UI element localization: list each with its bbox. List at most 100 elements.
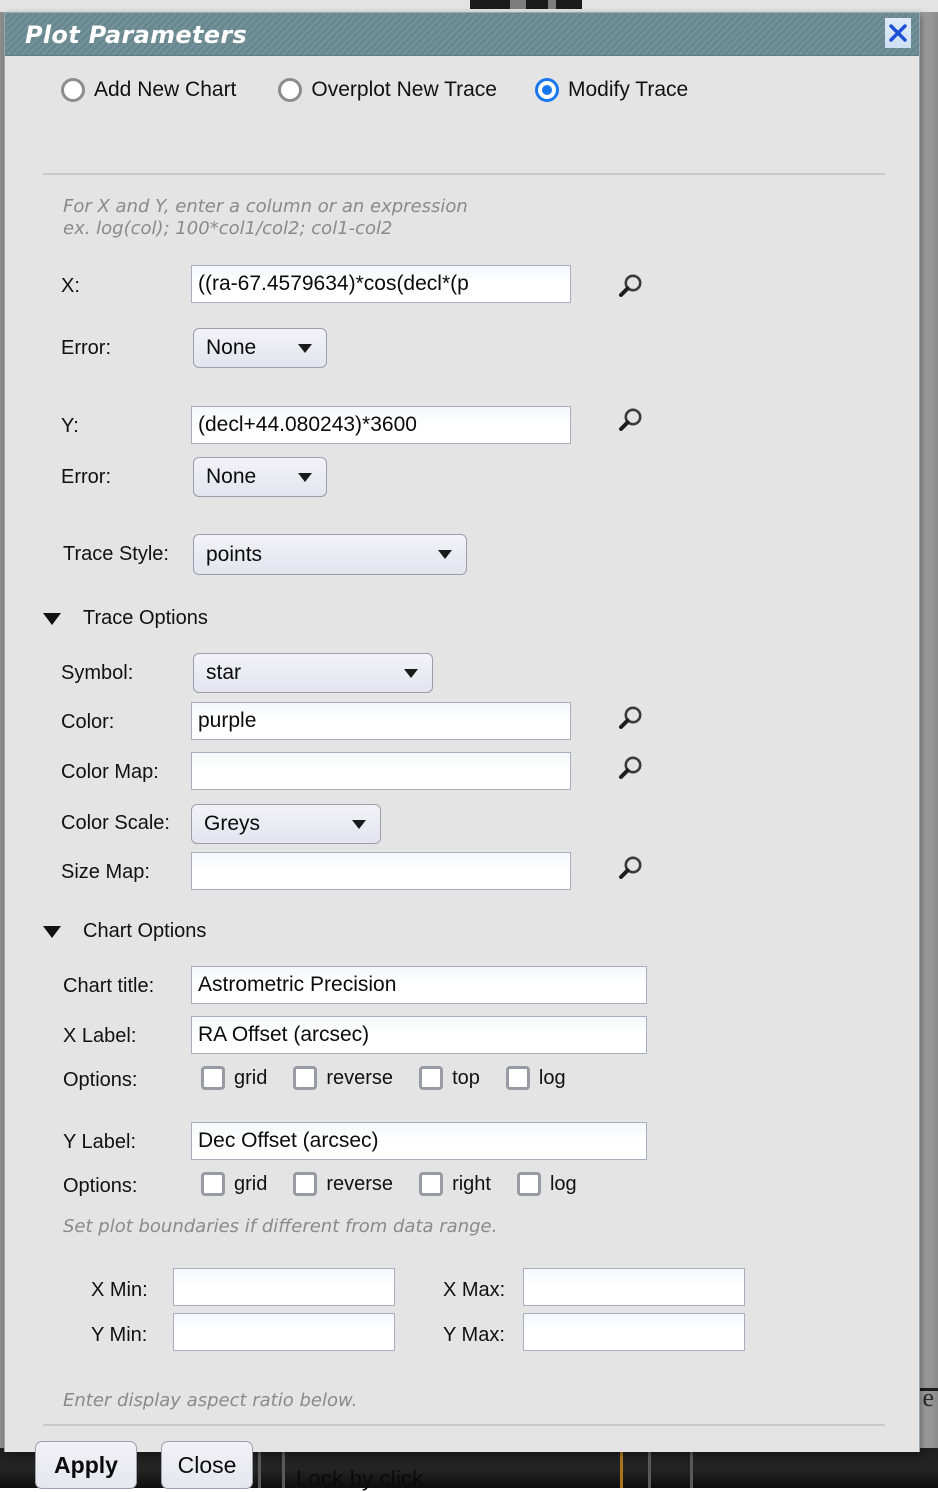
- chevron-down-icon: [298, 473, 312, 482]
- divider-top: [43, 173, 885, 175]
- close-x-icon: [888, 23, 908, 43]
- y-expression-input[interactable]: [191, 406, 571, 444]
- trace-style-select[interactable]: points: [193, 534, 467, 575]
- y-error-label: Error:: [61, 466, 111, 489]
- y-error-value: None: [206, 465, 288, 489]
- color-map-input[interactable]: [191, 752, 571, 790]
- x-expression-input[interactable]: [191, 265, 571, 303]
- chart-title-label: Chart title:: [63, 975, 154, 998]
- x-option-reverse[interactable]: reverse: [293, 1066, 393, 1090]
- x-axis-label-label: X Label:: [63, 1025, 136, 1048]
- x-option-label: grid: [234, 1067, 267, 1090]
- radio-label: Modify Trace: [568, 78, 688, 102]
- x-error-label: Error:: [61, 337, 111, 360]
- aspect-ratio-hint: Enter display aspect ratio below.: [63, 1390, 357, 1412]
- trace-style-value: points: [206, 543, 428, 567]
- color-scale-value: Greys: [204, 812, 342, 836]
- background-top-block: [548, 0, 556, 9]
- divider-footer: [43, 1424, 885, 1426]
- x-option-top[interactable]: top: [419, 1066, 480, 1090]
- bounds-hint: Set plot boundaries if different from da…: [63, 1216, 497, 1238]
- chart-options-section-label: Chart Options: [83, 920, 206, 943]
- chevron-down-icon: [438, 550, 452, 559]
- size-map-search-magnifier-icon[interactable]: [615, 854, 645, 884]
- x-options-label: Options:: [63, 1069, 137, 1092]
- y-axis-label-label: Y Label:: [63, 1131, 136, 1154]
- y-max-label: Y Max:: [443, 1324, 505, 1347]
- y-error-select[interactable]: None: [193, 457, 327, 497]
- chevron-down-icon: [352, 820, 366, 829]
- y-max-input[interactable]: [523, 1313, 745, 1351]
- x-search-magnifier-icon[interactable]: [615, 272, 645, 302]
- radio-add-new-chart[interactable]: Add New Chart: [61, 78, 236, 102]
- checkbox-icon: [201, 1066, 225, 1090]
- y-option-log[interactable]: log: [517, 1172, 577, 1196]
- symbol-value: star: [206, 661, 394, 685]
- chevron-down-icon: [404, 669, 418, 678]
- checkbox-icon: [293, 1066, 317, 1090]
- background-right-text: e: [922, 1383, 934, 1413]
- y-option-right[interactable]: right: [419, 1172, 491, 1196]
- y-option-reverse[interactable]: reverse: [293, 1172, 393, 1196]
- dialog-titlebar: Plot Parameters: [5, 13, 919, 56]
- color-map-search-magnifier-icon[interactable]: [615, 754, 645, 784]
- x-min-input[interactable]: [173, 1268, 395, 1306]
- radio-circle-icon: [278, 78, 302, 102]
- y-option-label: right: [452, 1173, 491, 1196]
- x-max-input[interactable]: [523, 1268, 745, 1306]
- y-min-label: Y Min:: [91, 1324, 147, 1347]
- background-top-block: [510, 0, 526, 9]
- background-top-block: [470, 0, 510, 9]
- size-map-label: Size Map:: [61, 861, 150, 884]
- x-axis-label-input[interactable]: [191, 1016, 647, 1054]
- color-input[interactable]: [191, 702, 571, 740]
- color-search-magnifier-icon[interactable]: [615, 704, 645, 734]
- apply-button[interactable]: Apply: [35, 1441, 137, 1489]
- color-map-label: Color Map:: [61, 761, 159, 784]
- size-map-input[interactable]: [191, 852, 571, 890]
- background-bottom-toolbar-label: Lock by click: [296, 1466, 423, 1492]
- x-field-label: X:: [61, 275, 80, 298]
- apply-button-label: Apply: [54, 1452, 118, 1479]
- xy-hint-line-2: ex. log(col); 100*col1/col2; col1-col2: [63, 218, 393, 240]
- color-label: Color:: [61, 711, 114, 734]
- color-scale-select[interactable]: Greys: [191, 804, 381, 844]
- y-field-label: Y:: [61, 415, 79, 438]
- color-scale-label: Color Scale:: [61, 812, 170, 835]
- x-options-checkbox-group: grid reverse top log: [201, 1066, 566, 1090]
- radio-circle-icon: [61, 78, 85, 102]
- triangle-down-icon: [43, 613, 61, 625]
- trace-style-label: Trace Style:: [63, 543, 169, 566]
- mode-radio-group: Add New Chart Overplot New Trace Modify …: [5, 78, 919, 102]
- y-min-input[interactable]: [173, 1313, 395, 1351]
- radio-modify-trace[interactable]: Modify Trace: [535, 78, 688, 102]
- close-button[interactable]: [885, 18, 911, 48]
- x-option-log[interactable]: log: [506, 1066, 566, 1090]
- chart-title-input[interactable]: [191, 966, 647, 1004]
- close-button-label: Close: [178, 1452, 237, 1479]
- radio-overplot-new-trace[interactable]: Overplot New Trace: [278, 78, 497, 102]
- radio-label: Overplot New Trace: [311, 78, 497, 102]
- chart-options-section-header[interactable]: Chart Options: [43, 920, 206, 943]
- checkbox-icon: [201, 1172, 225, 1196]
- close-dialog-button[interactable]: Close: [161, 1441, 253, 1489]
- radio-circle-selected-icon: [535, 78, 559, 102]
- x-error-select[interactable]: None: [193, 328, 327, 368]
- checkbox-icon: [419, 1172, 443, 1196]
- x-option-grid[interactable]: grid: [201, 1066, 267, 1090]
- checkbox-icon: [506, 1066, 530, 1090]
- chevron-down-icon: [298, 344, 312, 353]
- triangle-down-icon: [43, 926, 61, 938]
- background-top-strip: [0, 0, 938, 12]
- y-axis-label-input[interactable]: [191, 1122, 647, 1160]
- y-search-magnifier-icon[interactable]: [615, 406, 645, 436]
- y-option-grid[interactable]: grid: [201, 1172, 267, 1196]
- dialog-body: Add New Chart Overplot New Trace Modify …: [5, 56, 919, 1452]
- symbol-label: Symbol:: [61, 662, 133, 685]
- radio-label: Add New Chart: [94, 78, 236, 102]
- plot-parameters-dialog: Plot Parameters Add New Chart Overplot N…: [4, 12, 920, 1452]
- y-option-label: log: [550, 1173, 577, 1196]
- y-option-label: reverse: [326, 1173, 393, 1196]
- trace-options-section-header[interactable]: Trace Options: [43, 607, 208, 630]
- symbol-select[interactable]: star: [193, 653, 433, 693]
